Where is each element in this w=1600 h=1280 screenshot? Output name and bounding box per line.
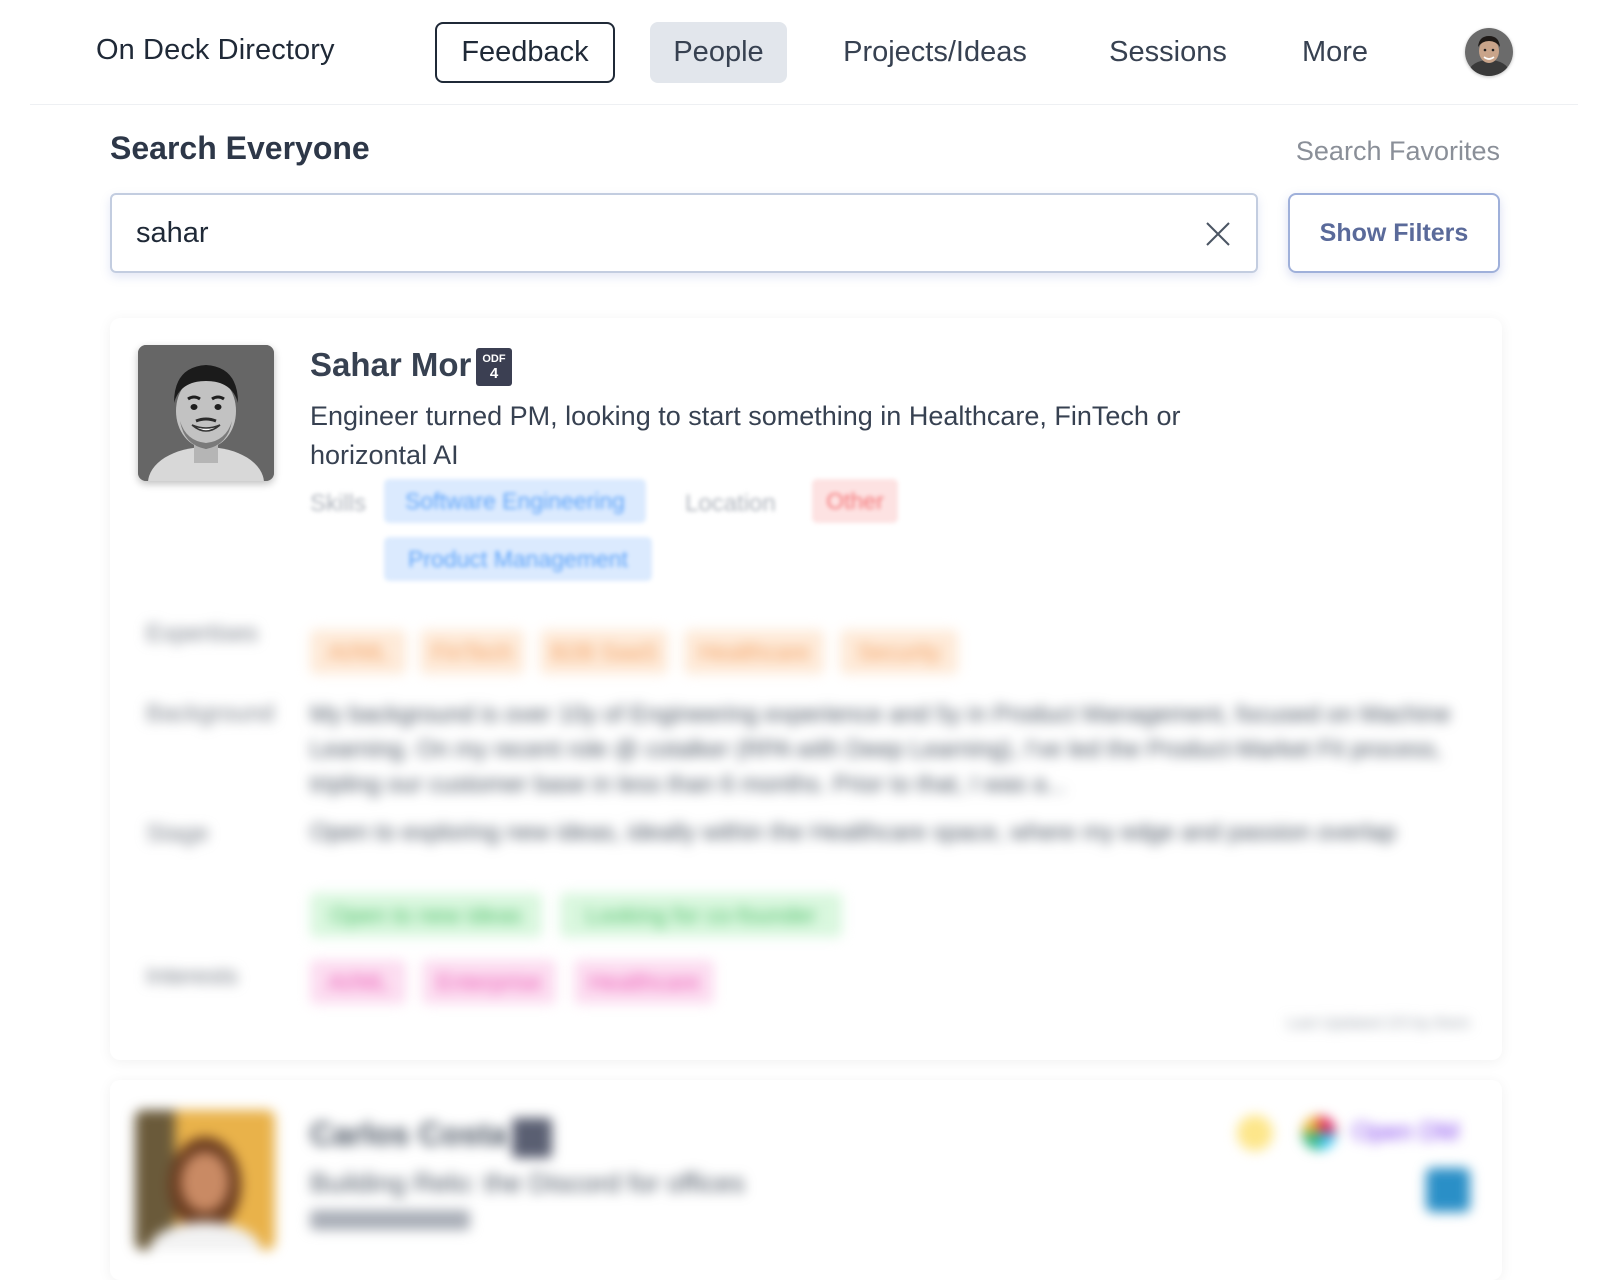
show-filters-button[interactable]: Show Filters <box>1288 193 1500 273</box>
expertises-label: Expertises <box>146 620 259 647</box>
location-label: Location <box>685 490 776 517</box>
stage-label: Stage <box>146 820 209 847</box>
interests-label: Interests <box>146 963 239 990</box>
nav-sessions-tab[interactable]: Sessions <box>1088 22 1248 83</box>
profile-photo[interactable] <box>138 345 274 481</box>
interest-chip[interactable]: Enterprise <box>422 960 556 1004</box>
expertise-chip[interactable]: FinTech <box>420 630 524 674</box>
expertise-chip[interactable]: Security <box>840 630 958 674</box>
background-label: Background <box>146 700 275 727</box>
interest-chip[interactable]: Healthcare <box>574 960 714 1004</box>
nav-more-menu[interactable]: More <box>1285 22 1385 83</box>
brand-title[interactable]: On Deck Directory <box>96 34 335 67</box>
slack-icon[interactable] <box>1302 1116 1336 1150</box>
background-text: My background is over 10y of Engineering… <box>310 701 1451 798</box>
expertise-chip[interactable]: AI/ML <box>310 630 406 674</box>
search-favorites-link[interactable]: Search Favorites <box>1296 136 1500 167</box>
expertise-chip[interactable]: B2B SaaS <box>540 630 668 674</box>
person-name[interactable]: Carlos Costa <box>310 1116 507 1153</box>
interest-chip[interactable]: AI/ML <box>310 960 406 1004</box>
search-title: Search Everyone <box>110 130 370 166</box>
person-name[interactable]: Sahar Mor <box>310 346 471 384</box>
location-chip[interactable]: Other <box>812 479 898 523</box>
favorite-star-icon[interactable] <box>1237 1115 1273 1151</box>
stage-chip[interactable]: Open to new ideas <box>310 893 542 937</box>
person-tagline: Engineer turned PM, looking to start som… <box>310 401 1181 470</box>
search-box <box>110 193 1258 273</box>
cohort-badge <box>512 1118 552 1158</box>
close-icon[interactable] <box>1202 216 1234 252</box>
last-updated-text: Last Updated 2/3 by them <box>1286 1015 1470 1032</box>
nav-projects-ideas-tab[interactable]: Projects/Ideas <box>820 22 1050 83</box>
user-avatar-icon[interactable] <box>1465 28 1513 76</box>
skill-chip[interactable]: Software Engineering <box>384 479 646 523</box>
skill-chip[interactable]: Product Management <box>384 537 652 581</box>
search-input[interactable] <box>136 209 1136 257</box>
expertise-chip[interactable]: Healthcare <box>684 630 824 674</box>
top-navigation: On Deck Directory Feedback People Projec… <box>30 0 1578 105</box>
linkedin-icon[interactable] <box>1426 1168 1470 1212</box>
nav-feedback-button[interactable]: Feedback <box>435 22 615 83</box>
profile-photo[interactable] <box>135 1110 275 1250</box>
stage-text: Open to exploring new ideas, ideally wit… <box>310 819 1396 846</box>
skills-label: Skills <box>310 490 367 517</box>
open-dm-link[interactable]: Open DM <box>1352 1118 1459 1147</box>
person-tagline: Building Relo: the Discord for offices <box>310 1168 745 1198</box>
stage-chip[interactable]: Looking for co-founder <box>560 893 842 937</box>
cohort-badge: ODF 4 <box>476 348 512 386</box>
person-subtitle <box>310 1210 470 1230</box>
cohort-badge-number: 4 <box>489 365 499 382</box>
nav-people-tab[interactable]: People <box>650 22 787 83</box>
